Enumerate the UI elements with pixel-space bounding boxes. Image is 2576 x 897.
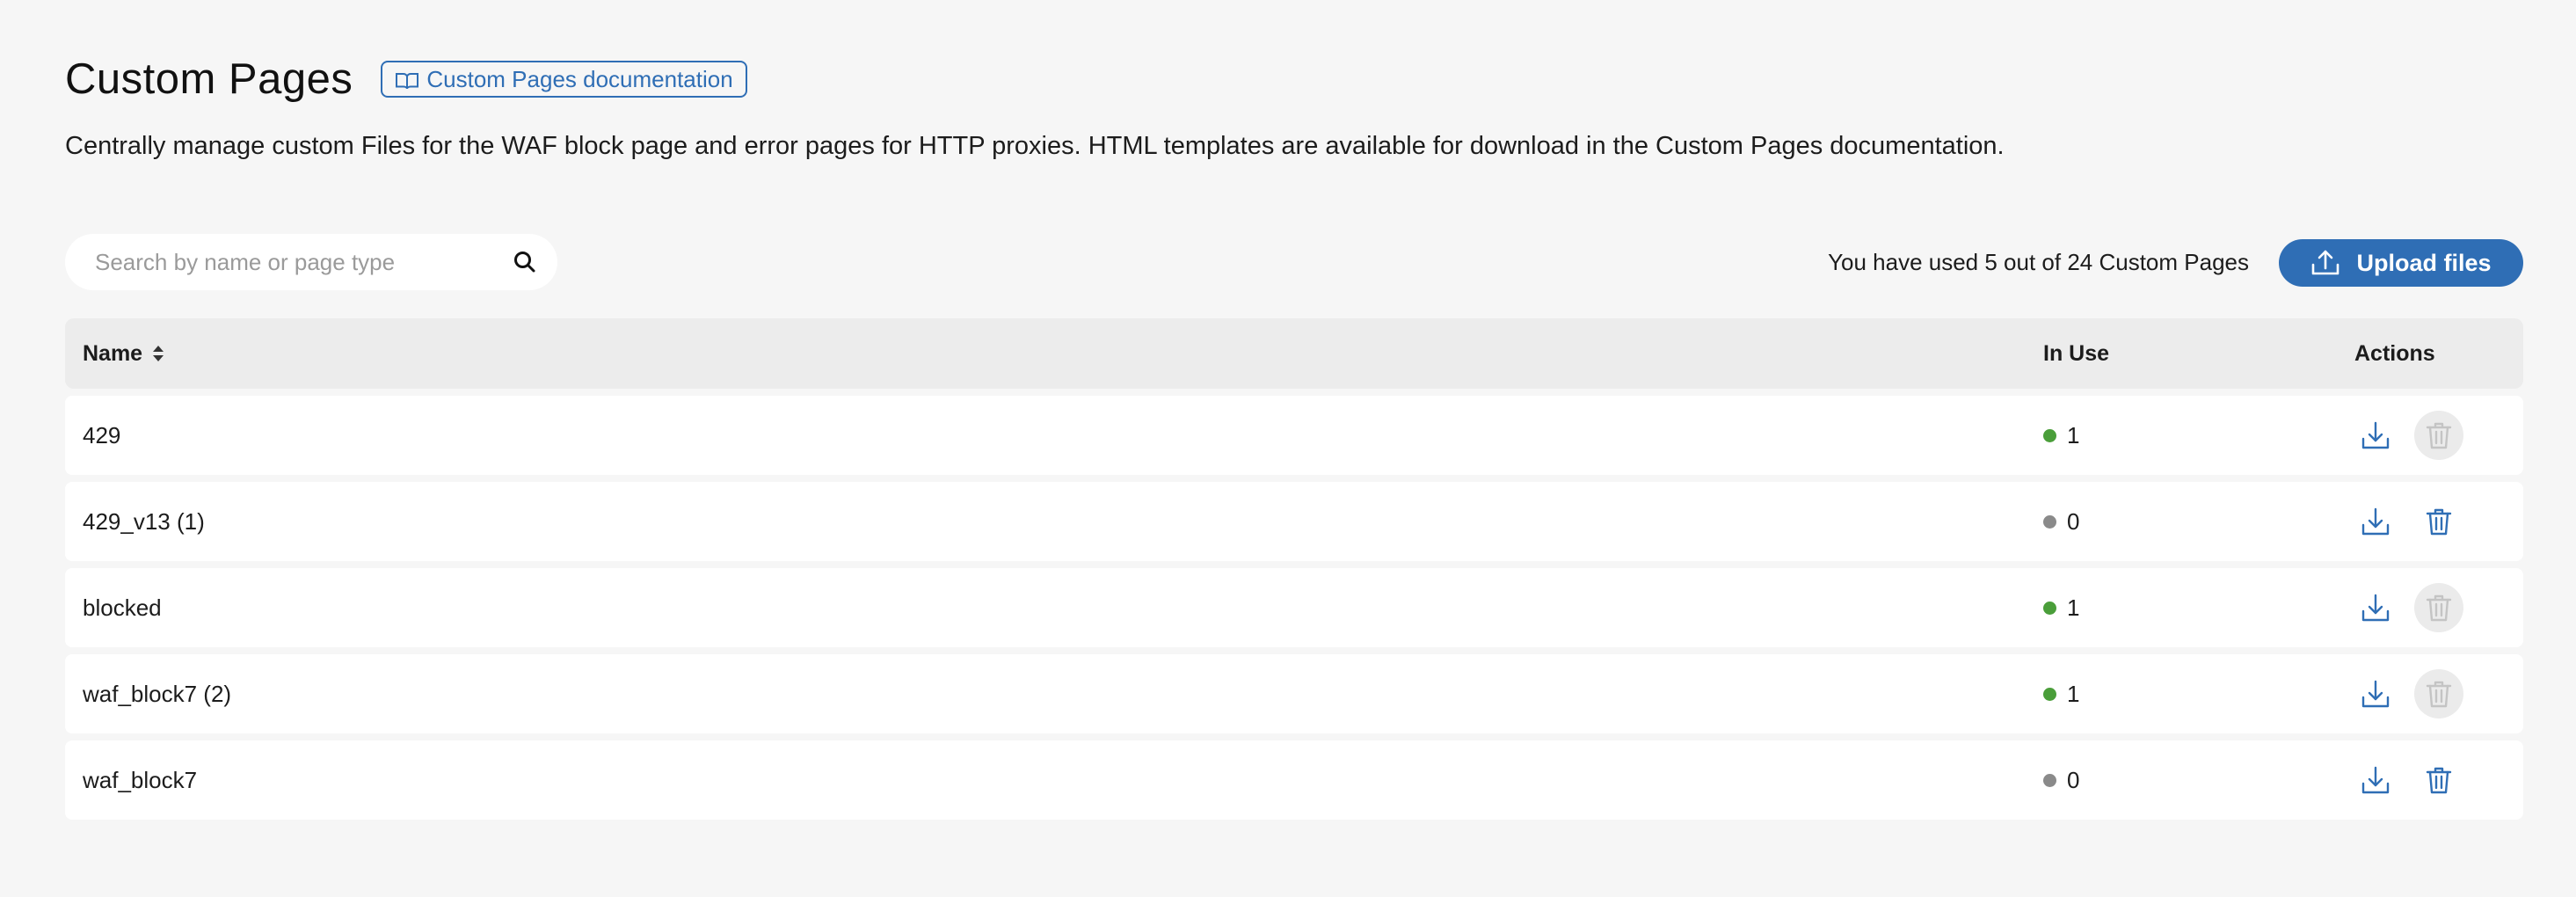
book-icon [395, 69, 419, 90]
in-use-cell: 0 [2043, 767, 2079, 794]
table-row: waf_block7 0 [65, 740, 2523, 820]
in-use-count: 0 [2067, 766, 2080, 793]
column-header-name-label: Name [83, 340, 143, 366]
page-name: waf_block7 [83, 766, 198, 793]
download-button[interactable] [2351, 411, 2400, 460]
status-dot-icon [2043, 428, 2056, 442]
status-dot-icon [2043, 601, 2056, 615]
status-dot-icon [2043, 514, 2056, 529]
page-title: Custom Pages [65, 55, 353, 103]
status-dot-icon [2043, 687, 2056, 701]
in-use-cell: 1 [2043, 594, 2079, 622]
trash-icon [2426, 594, 2452, 622]
delete-button [2414, 411, 2463, 460]
row-actions [2351, 497, 2463, 546]
documentation-link[interactable]: Custom Pages documentation [381, 61, 747, 98]
download-button[interactable] [2351, 583, 2400, 632]
trash-icon [2426, 767, 2452, 794]
in-use-count: 1 [2067, 594, 2080, 621]
usage-summary: You have used 5 out of 24 Custom Pages [1828, 249, 2249, 275]
table-body: 429 1 429_v13 (1) 0 blocked 1 waf_block7 (2) 1 w… [65, 396, 2523, 820]
table-row: 429_v13 (1) 0 [65, 482, 2523, 561]
trash-icon [2426, 508, 2452, 536]
download-icon [2361, 507, 2390, 536]
page-header: Custom Pages Custom Pages documentation [65, 53, 747, 106]
in-use-cell: 1 [2043, 422, 2079, 449]
search-icon[interactable] [512, 249, 538, 275]
sort-icon[interactable] [151, 344, 165, 363]
documentation-link-label: Custom Pages documentation [426, 65, 733, 92]
search-box[interactable] [65, 234, 557, 290]
row-actions [2351, 411, 2463, 460]
page-name: blocked [83, 594, 162, 621]
column-header-actions: Actions [2354, 340, 2435, 366]
delete-button[interactable] [2414, 755, 2463, 805]
table-row: waf_block7 (2) 1 [65, 654, 2523, 733]
status-dot-icon [2043, 773, 2056, 787]
delete-button [2414, 669, 2463, 718]
in-use-count: 0 [2067, 507, 2080, 535]
download-button[interactable] [2351, 755, 2400, 805]
column-header-name[interactable]: Name [83, 341, 165, 367]
download-button[interactable] [2351, 497, 2400, 546]
row-actions [2351, 669, 2463, 718]
download-button[interactable] [2351, 669, 2400, 718]
in-use-count: 1 [2067, 421, 2080, 448]
page-name: 429 [83, 421, 121, 448]
table-row: blocked 1 [65, 568, 2523, 647]
download-icon [2361, 766, 2390, 794]
page-description: Centrally manage custom Files for the WA… [65, 132, 2005, 160]
custom-pages-table: Name In Use Actions 429 1 429_v13 (1) 0 bloc… [65, 318, 2523, 820]
delete-button[interactable] [2414, 497, 2463, 546]
table-header: Name In Use Actions [65, 318, 2523, 389]
in-use-count: 1 [2067, 680, 2080, 707]
page-name: 429_v13 (1) [83, 507, 205, 535]
in-use-cell: 1 [2043, 681, 2079, 708]
column-header-in-use: In Use [2043, 340, 2110, 366]
trash-icon [2426, 681, 2452, 708]
search-input[interactable] [93, 247, 512, 277]
download-icon [2361, 680, 2390, 708]
row-actions [2351, 583, 2463, 632]
custom-pages-page: Custom Pages Custom Pages documentation … [0, 0, 2576, 897]
table-row: 429 1 [65, 396, 2523, 475]
in-use-cell: 0 [2043, 508, 2079, 536]
upload-files-label: Upload files [2356, 249, 2492, 276]
download-icon [2361, 421, 2390, 449]
row-actions [2351, 755, 2463, 805]
upload-icon [2310, 249, 2340, 277]
delete-button [2414, 583, 2463, 632]
page-name: waf_block7 (2) [83, 680, 232, 707]
trash-icon [2426, 422, 2452, 449]
upload-files-button[interactable]: Upload files [2279, 239, 2523, 287]
download-icon [2361, 594, 2390, 622]
